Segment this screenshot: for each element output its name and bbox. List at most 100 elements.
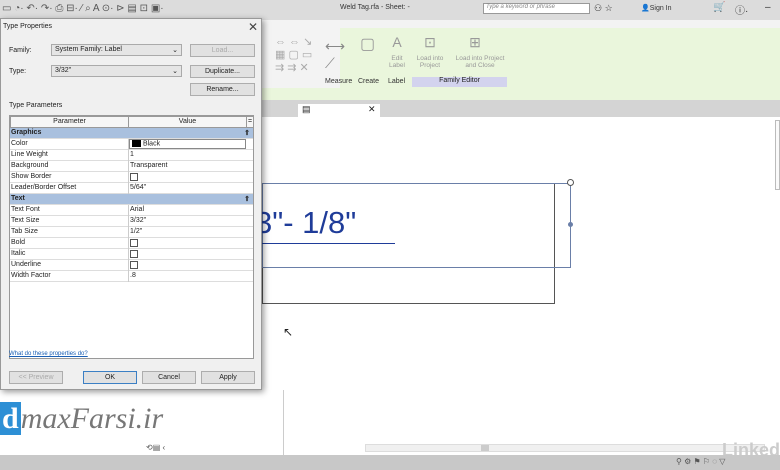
rename-button[interactable]: Rename...: [190, 83, 255, 96]
type-value: 3/32": [55, 67, 72, 74]
horizontal-scrollbar[interactable]: [365, 444, 765, 452]
parameter-name: Tab Size: [11, 228, 38, 235]
navigation-bar[interactable]: [775, 120, 780, 190]
family-select[interactable]: System Family: Label ⌄: [51, 44, 182, 56]
group-header[interactable]: Graphics ⇑: [10, 128, 253, 139]
parameter-value[interactable]: 1: [130, 151, 134, 158]
parameter-value[interactable]: 3/32": [130, 217, 146, 224]
parameter-row[interactable]: Show Border: [10, 172, 253, 183]
parameter-row[interactable]: Tab Size 1/2": [10, 227, 253, 238]
sheet-icon: ▤: [302, 104, 311, 114]
edit-label-icon[interactable]: A: [387, 34, 407, 50]
quick-access-toolbar: ▭ ◔· ↶· ↷· ⎙ ⊟· ⁄ ⌕ A ⊙· ⊳ ▤ ⊡ ▣· Weld T…: [0, 0, 780, 20]
sort-icon[interactable]: =: [246, 116, 254, 128]
parameter-value[interactable]: 1/2": [130, 228, 142, 235]
view-control-icons[interactable]: ⟲▤ ‹: [146, 443, 165, 452]
edit-label-button[interactable]: Edit Label: [385, 55, 409, 69]
parameter-name: Underline: [11, 261, 41, 268]
apply-button[interactable]: Apply: [201, 371, 255, 384]
collapse-icon[interactable]: ⇑: [244, 195, 250, 203]
parameter-row[interactable]: Bold: [10, 238, 253, 249]
collapse-icon[interactable]: ⇑: [244, 129, 250, 137]
column-parameter[interactable]: Parameter: [10, 116, 129, 128]
duplicate-button[interactable]: Duplicate...: [190, 65, 255, 78]
load-into-project-button[interactable]: Load into Project: [412, 55, 448, 69]
checkbox[interactable]: [130, 261, 138, 271]
panel-create: Create: [358, 78, 380, 85]
type-parameters-heading: Type Parameters: [9, 102, 63, 109]
divider: [283, 390, 284, 455]
help-link[interactable]: What do these properties do?: [9, 351, 88, 357]
parameter-row[interactable]: Text Font Arial: [10, 205, 253, 216]
parameter-value[interactable]: .8: [130, 272, 136, 279]
load-into-project-icon[interactable]: ⊡: [420, 34, 440, 51]
family-label: Family:: [9, 47, 32, 54]
sign-in-button[interactable]: 👤Sign In: [641, 4, 672, 12]
checkbox[interactable]: [130, 173, 138, 183]
parameter-row[interactable]: Leader/Border Offset 5/64": [10, 183, 253, 194]
panel-label: Label: [388, 78, 406, 85]
column-value[interactable]: Value: [128, 116, 247, 128]
parameters-grid: Parameter Value = Graphics ⇑ Color Black Li…: [9, 115, 254, 359]
parameter-name: Text Size: [11, 217, 40, 224]
dialog-title: Type Properties: [3, 23, 53, 30]
view-tab[interactable]: ▤ ✕: [298, 104, 380, 117]
status-icons[interactable]: ⚲ ⚙ ⚑ ⚐ ◌ ▽: [676, 457, 725, 466]
load-close-icon[interactable]: ⊞: [465, 34, 485, 51]
group-name: Text: [11, 195, 25, 202]
load-close-button[interactable]: Load into Project and Close: [450, 55, 510, 69]
parameter-value[interactable]: 5/64": [130, 184, 146, 191]
help-icon[interactable]: ⓘ·: [735, 2, 748, 17]
modify-tools-icons[interactable]: ⇔ ⇔ ↘ ▦ ▢ ▭ ⇉ ⇉ ✕: [275, 35, 312, 74]
parameter-row[interactable]: Color Black: [10, 139, 253, 150]
family-value: System Family: Label: [55, 46, 122, 53]
parameter-row[interactable]: Line Weight 1: [10, 150, 253, 161]
close-icon[interactable]: ✕: [248, 20, 258, 34]
color-button[interactable]: Black: [129, 139, 246, 149]
cart-icon[interactable]: 🛒: [713, 2, 725, 13]
parameter-name: Color: [11, 140, 28, 147]
type-label: Type:: [9, 68, 27, 75]
parameter-value[interactable]: Transparent: [130, 162, 167, 169]
chevron-down-icon: ⌄: [172, 47, 178, 54]
load-button[interactable]: Load...: [190, 44, 255, 57]
label-underline: [262, 243, 395, 244]
group-name: Graphics: [11, 129, 42, 136]
parameter-name: Show Border: [11, 173, 52, 180]
checkbox[interactable]: [130, 250, 138, 260]
quick-access-icons[interactable]: ▭ ◔· ↶· ↷· ⎙ ⊟· ⁄ ⌕ A ⊙· ⊳ ▤ ⊡ ▣·: [2, 3, 164, 14]
group-header[interactable]: Text ⇑: [10, 194, 253, 205]
color-swatch: [132, 140, 141, 147]
minimize-icon[interactable]: –: [765, 2, 771, 13]
drag-handle[interactable]: [568, 222, 573, 227]
parameter-name: Italic: [11, 250, 26, 257]
parameter-name: Line Weight: [11, 151, 48, 158]
parameter-row[interactable]: Background Transparent: [10, 161, 253, 172]
watermark-logo: dmaxFarsi.ir: [0, 402, 164, 435]
window-title: Weld Tag.rfa - Sheet: -: [340, 4, 410, 11]
parameter-row[interactable]: Width Factor .8: [10, 271, 253, 282]
parameter-row[interactable]: Italic: [10, 249, 253, 260]
close-tab-icon[interactable]: ✕: [368, 104, 376, 115]
ok-button[interactable]: OK: [83, 371, 137, 384]
status-bar: ⚲ ⚙ ⚑ ⚐ ◌ ▽: [0, 455, 780, 470]
type-select[interactable]: 3/32" ⌄: [51, 65, 182, 77]
search-input[interactable]: Type a keyword or phrase: [483, 3, 590, 14]
resize-handle[interactable]: [567, 179, 574, 186]
sign-in-label: Sign In: [649, 5, 672, 12]
label-text[interactable]: 3"- 1/8": [255, 205, 356, 241]
scroll-thumb[interactable]: [481, 445, 489, 451]
panel-family-editor: Family Editor: [412, 77, 507, 87]
parameter-row[interactable]: Underline: [10, 260, 253, 271]
create-icon[interactable]: ▢: [360, 34, 375, 54]
measure-icon[interactable]: ⟷ ⟋: [325, 38, 345, 72]
binoculars-icon[interactable]: ⚇ ☆: [594, 3, 613, 14]
cancel-button[interactable]: Cancel: [142, 371, 196, 384]
parameter-row[interactable]: Text Size 3/32": [10, 216, 253, 227]
parameter-name: Background: [11, 162, 49, 169]
parameter-value[interactable]: Arial: [130, 206, 144, 213]
chevron-down-icon: ⌄: [172, 68, 178, 75]
parameter-name: Leader/Border Offset: [11, 184, 77, 191]
checkbox[interactable]: [130, 239, 138, 249]
preview-button[interactable]: << Preview: [9, 371, 63, 384]
